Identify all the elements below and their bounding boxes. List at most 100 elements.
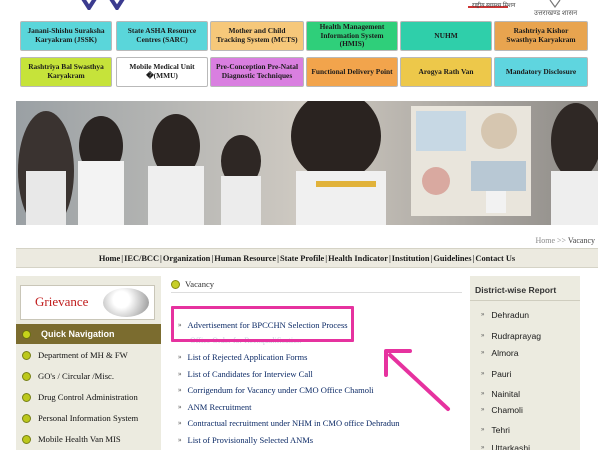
double-chevron-icon: » xyxy=(481,312,485,318)
page-edge xyxy=(580,276,600,450)
nursing-students-photo xyxy=(16,101,598,225)
district-label: Dehradun xyxy=(491,310,530,320)
vacancy-link-label: List of Provisionally Selected ANMs xyxy=(187,435,314,445)
nav-item-contact-us[interactable]: Contact Us xyxy=(475,254,515,263)
district-link[interactable]: » Pauri xyxy=(481,369,511,379)
nhm-logo-icon-2 xyxy=(109,0,125,10)
program-tile-5[interactable]: NUHM xyxy=(400,21,492,51)
double-chevron-icon: » xyxy=(481,427,485,433)
double-chevron-icon: » xyxy=(481,391,485,397)
double-chevron-icon: » xyxy=(481,371,485,377)
quick-navigation-title: Quick Navigation xyxy=(41,329,115,339)
district-label: Uttarkashi xyxy=(491,443,531,450)
bullet-icon xyxy=(22,392,31,402)
program-tile-10[interactable]: Functional Delivery Point xyxy=(306,57,398,87)
vacancy-link[interactable]: » List of Rejected Application Forms xyxy=(178,352,307,362)
divider xyxy=(171,292,462,293)
program-tile-2[interactable]: State ASHA Resource Centres (SARC) xyxy=(116,21,208,51)
district-link[interactable]: » Dehradun xyxy=(481,310,529,320)
nav-item-iec-bcc[interactable]: IEC/BCC xyxy=(124,254,159,263)
district-link[interactable]: » Almora xyxy=(481,348,519,358)
quick-nav-label: Personal Information System xyxy=(38,413,139,423)
program-tile-3[interactable]: Mother and Child Tracking System (MCTS) xyxy=(210,21,304,51)
program-tile-6[interactable]: Rashtriya Kishor Swasthya Karyakram xyxy=(494,21,588,51)
magnifier-icon xyxy=(103,288,149,317)
quick-nav-item[interactable]: Mobile Health Van MIS xyxy=(22,434,121,444)
breadcrumb: Home >> Vacancy xyxy=(535,236,595,245)
quick-nav-item[interactable]: Department of MH & FW xyxy=(22,350,128,360)
nav-item-state-profile[interactable]: State Profile xyxy=(280,254,324,263)
vacancy-link-label: ANM Recruitment xyxy=(187,402,252,412)
double-chevron-icon: » xyxy=(178,386,182,394)
emblem-text: राष्ट्रीय स्वास्थ्य मिशन xyxy=(472,3,516,9)
district-link[interactable]: » Tehri xyxy=(481,425,510,435)
highlight-annotation-box xyxy=(171,306,354,342)
main-nav: Home | IEC/BCC | Organization | Human Resource… xyxy=(16,248,598,268)
district-label: Chamoli xyxy=(491,405,523,415)
bullet-icon xyxy=(22,329,31,339)
vacancy-link[interactable]: » ANM Recruitment xyxy=(178,402,251,412)
breadcrumb-sep: >> xyxy=(557,236,567,245)
vacancy-link[interactable]: » Corrigendum for Vacancy under CMO Offic… xyxy=(178,385,374,395)
double-chevron-icon: » xyxy=(481,445,485,450)
nhm-logo-icon xyxy=(81,0,97,10)
grievance-banner[interactable]: Grievance xyxy=(20,285,155,320)
nav-item-guidelines[interactable]: Guidelines xyxy=(433,254,471,263)
nav-item-health-indicator[interactable]: Health Indicator xyxy=(328,254,388,263)
district-label: Almora xyxy=(491,348,519,358)
program-tile-12[interactable]: Mandatory Disclosure xyxy=(494,57,588,87)
quick-nav-item[interactable]: Drug Control Administration xyxy=(22,392,138,402)
bullet-icon xyxy=(171,279,180,289)
site-header: राष्ट्रीय स्वास्थ्य मिशन उत्तराखण्ड शासन xyxy=(0,0,600,20)
double-chevron-icon: » xyxy=(178,353,182,361)
district-label: Pauri xyxy=(491,369,512,379)
vacancy-link-label: List of Candidates for Interview Call xyxy=(187,369,313,379)
program-tile-11[interactable]: Arogya Rath Van xyxy=(400,57,492,87)
header-band xyxy=(0,91,600,101)
double-chevron-icon: » xyxy=(178,370,182,378)
vacancy-link-label: List of Rejected Application Forms xyxy=(187,352,308,362)
right-sidebar xyxy=(470,276,580,450)
double-chevron-icon: » xyxy=(178,436,182,444)
breadcrumb-home[interactable]: Home xyxy=(535,236,555,245)
program-tile-7[interactable]: Rashtriya Bal Swasthya Karyakram xyxy=(20,57,112,87)
nav-item-organization[interactable]: Organization xyxy=(163,254,210,263)
district-link[interactable]: » Nainital xyxy=(481,389,520,399)
vacancy-link-label: Corrigendum for Vacancy under CMO Office… xyxy=(187,385,374,395)
hero-banner xyxy=(16,101,598,225)
nav-item-institution[interactable]: Institution xyxy=(392,254,430,263)
govt-text: उत्तराखण्ड शासन xyxy=(534,9,578,17)
program-tile-4[interactable]: Health Management Information System (HM… xyxy=(306,21,398,51)
double-chevron-icon: » xyxy=(481,333,485,339)
nav-item-human-resource[interactable]: Human Resource xyxy=(214,254,276,263)
program-tile-1[interactable]: Janani-Shishu Suraksha Karyakram (JSSK) xyxy=(20,21,112,51)
quick-nav-item[interactable]: GO's / Circular /Misc. xyxy=(22,371,114,381)
double-chevron-icon: » xyxy=(178,419,182,427)
district-link[interactable]: » Chamoli xyxy=(481,405,523,415)
quick-nav-item[interactable]: Personal Information System xyxy=(22,413,138,423)
vacancy-heading: Vacancy xyxy=(171,279,214,289)
quick-nav-label: Mobile Health Van MIS xyxy=(38,434,121,444)
breadcrumb-current: Vacancy xyxy=(567,236,595,245)
divider xyxy=(470,300,580,301)
vacancy-link[interactable]: » List of Candidates for Interview Call xyxy=(178,369,313,379)
bullet-icon xyxy=(22,371,31,381)
district-link[interactable]: » Uttarkashi xyxy=(481,443,530,450)
nav-item-home[interactable]: Home xyxy=(99,254,120,263)
program-tile-9[interactable]: Pre-Conception Pre-Natal Diagnostic Tech… xyxy=(210,57,304,87)
vacancy-title: Vacancy xyxy=(185,279,215,289)
program-tile-8[interactable]: Mobile Medical Unit �(MMU) xyxy=(116,57,208,87)
bullet-icon xyxy=(22,434,31,444)
district-link[interactable]: » Rudraprayag xyxy=(481,331,541,341)
bullet-icon xyxy=(22,350,31,360)
vacancy-link-label: Contractual recruitment under NHM in CMO… xyxy=(187,418,400,428)
district-label: Nainital xyxy=(491,389,521,399)
uttarakhand-emblem-icon xyxy=(549,0,561,9)
quick-nav-label: GO's / Circular /Misc. xyxy=(38,371,115,381)
vacancy-link[interactable]: » Contractual recruitment under NHM in CM… xyxy=(178,418,400,428)
annotation-arrow-icon xyxy=(384,349,450,411)
district-label: Tehri xyxy=(491,425,510,435)
vacancy-link[interactable]: » List of Provisionally Selected ANMs xyxy=(178,435,313,445)
district-label: Rudraprayag xyxy=(491,331,542,341)
double-chevron-icon: » xyxy=(178,403,182,411)
